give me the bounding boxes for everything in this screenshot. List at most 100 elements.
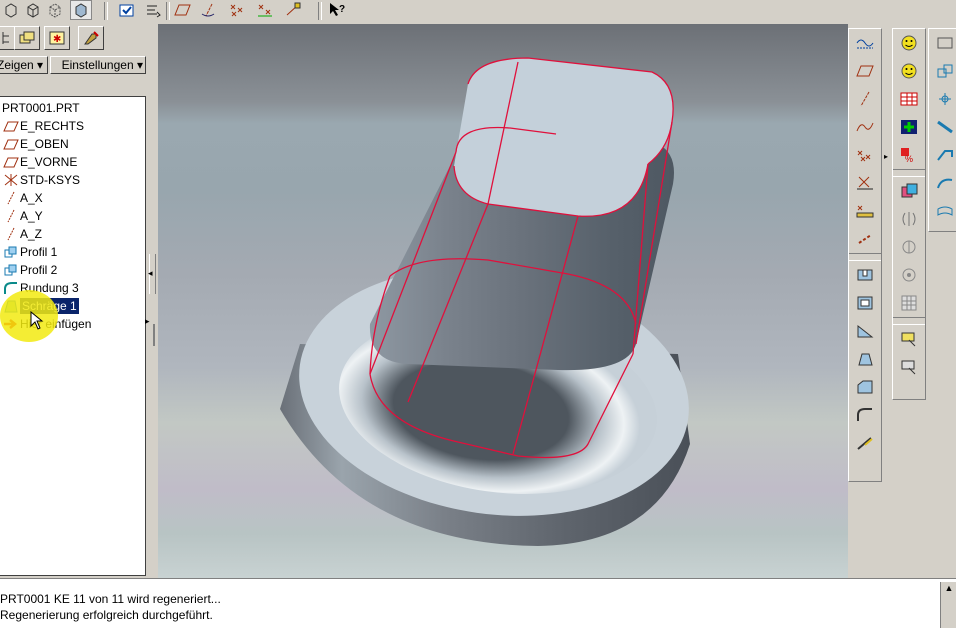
pattern-icon[interactable]: [893, 233, 925, 261]
tree-item[interactable]: Profil 1: [2, 243, 57, 261]
tree-root[interactable]: PRT0001.PRT: [2, 99, 80, 117]
tree-item[interactable]: E_VORNE: [2, 153, 77, 171]
datum-plane-icon: [2, 118, 20, 134]
panel-splitter[interactable]: ◂ ▸: [145, 24, 158, 578]
settings-menu-button[interactable]: Einstellungen ▾: [50, 56, 146, 74]
datum-toolbar-column: [848, 28, 882, 482]
tree-item-label: E_RECHTS: [20, 119, 85, 133]
feature-list-icon[interactable]: [893, 353, 925, 381]
svg-text:%: %: [905, 154, 913, 164]
show-menu-label: Zeigen: [0, 58, 34, 72]
tree-item-label: A_X: [20, 191, 43, 205]
smiley-icon[interactable]: [893, 29, 925, 57]
tree-item-label: A_Z: [20, 227, 43, 241]
mirror-icon[interactable]: [893, 261, 925, 289]
chevron-down-icon: ▾: [136, 58, 143, 72]
status-message-1: PRT0001 KE 11 von 11 wird regeneriert...: [0, 592, 221, 606]
extrude-icon[interactable]: [893, 177, 925, 205]
model-3d-view[interactable]: [158, 24, 848, 578]
grid-icon[interactable]: [893, 289, 925, 317]
tree-item-label: E_VORNE: [20, 155, 78, 169]
zoom-icon[interactable]: [929, 141, 956, 169]
feature-toolbar: ▸ %: [848, 24, 956, 578]
datum-plane-icon: [2, 136, 20, 152]
status-message-2: Regenerierung erfolgreich durchgeführt.: [0, 608, 213, 622]
main-toolbar: ?: [0, 0, 956, 25]
scroll-up-icon[interactable]: ▲: [941, 582, 956, 594]
datum-curve-icon[interactable]: [849, 113, 881, 141]
tree-item[interactable]: Profil 2: [2, 261, 57, 279]
sweep-icon[interactable]: [849, 429, 881, 457]
message-scrollbar[interactable]: ▲: [940, 582, 956, 628]
layer-tab-icon[interactable]: [14, 26, 40, 50]
datum-axis-icon: [2, 208, 20, 224]
draft-icon[interactable]: [849, 345, 881, 373]
view-toolbar-column: [928, 28, 956, 232]
datum-axis-icon[interactable]: [198, 0, 220, 20]
round-icon[interactable]: [849, 401, 881, 429]
flyout-arrow-icon[interactable]: ▸: [884, 152, 888, 161]
table-icon[interactable]: [893, 85, 925, 113]
whats-this-icon[interactable]: ?: [326, 0, 348, 20]
tree-item-label: A_Y: [20, 209, 43, 223]
datum-plane-icon[interactable]: [172, 0, 194, 20]
sketch-icon[interactable]: [282, 0, 304, 20]
feature-toolbar-column: %: [892, 28, 926, 400]
tree-item[interactable]: STD-KSYS: [2, 171, 80, 189]
box-shaded-icon[interactable]: [70, 0, 92, 20]
toolbar-separator: [166, 2, 170, 20]
chevron-left-icon[interactable]: ◂: [148, 268, 153, 279]
tree-item[interactable]: A_Y: [2, 207, 43, 225]
datum-point-icon[interactable]: [226, 0, 248, 20]
chevron-right-icon[interactable]: ▸: [145, 316, 150, 327]
settings-menu-label: Einstellungen: [61, 58, 134, 72]
show-menu-button[interactable]: Zeigen ▾: [0, 56, 48, 74]
add-component-icon[interactable]: [893, 113, 925, 141]
rib-icon[interactable]: [849, 317, 881, 345]
toolbar-separator: [318, 2, 322, 20]
star-tab-icon[interactable]: ✱: [44, 26, 70, 50]
splitter-grip-lower[interactable]: [153, 324, 155, 346]
saved-view-icon[interactable]: [116, 0, 138, 20]
datum-axis-icon[interactable]: [849, 85, 881, 113]
smiley-icon[interactable]: [893, 57, 925, 85]
tree-item[interactable]: A_Z: [2, 225, 42, 243]
box-wire-icon[interactable]: [22, 0, 44, 20]
csys-icon: [2, 172, 20, 188]
hole-icon[interactable]: [849, 261, 881, 289]
box-icon[interactable]: [0, 0, 22, 20]
chamfer-icon[interactable]: [849, 373, 881, 401]
csys-icon[interactable]: [849, 169, 881, 197]
revolve-icon[interactable]: [893, 205, 925, 233]
chain-icon[interactable]: [849, 225, 881, 253]
tree-root-label: PRT0001.PRT: [2, 101, 80, 115]
tree-item[interactable]: A_X: [2, 189, 43, 207]
datum-plane-icon[interactable]: [849, 57, 881, 85]
box-hidden-icon[interactable]: [44, 0, 66, 20]
family-table-icon[interactable]: %: [893, 141, 925, 169]
csys-icon[interactable]: [254, 0, 276, 20]
datum-axis-icon: [2, 226, 20, 242]
extrude-icon: [2, 262, 20, 278]
tools-tab-icon[interactable]: [78, 26, 104, 50]
analysis-icon[interactable]: [849, 197, 881, 225]
datum-axis-icon: [2, 190, 20, 206]
column-separator: [893, 169, 925, 177]
view-orient-icon[interactable]: [929, 57, 956, 85]
refit-icon[interactable]: [929, 169, 956, 197]
tree-item[interactable]: E_OBEN: [2, 135, 69, 153]
rectangle-icon[interactable]: [929, 29, 956, 57]
layer-view-icon[interactable]: [929, 197, 956, 225]
shell-icon[interactable]: [849, 289, 881, 317]
graphics-window[interactable]: [158, 24, 848, 578]
tree-item-label: STD-KSYS: [20, 173, 81, 187]
regenerate-icon[interactable]: [142, 0, 164, 20]
tree-item[interactable]: E_RECHTS: [2, 117, 84, 135]
datum-curve-sketch-icon[interactable]: [849, 29, 881, 57]
extrude-icon: [2, 244, 20, 260]
pan-icon[interactable]: [929, 113, 956, 141]
datum-plane-icon: [2, 154, 20, 170]
spin-center-icon[interactable]: [929, 85, 956, 113]
edit-definition-icon[interactable]: [893, 325, 925, 353]
datum-point-icon[interactable]: [849, 141, 881, 169]
